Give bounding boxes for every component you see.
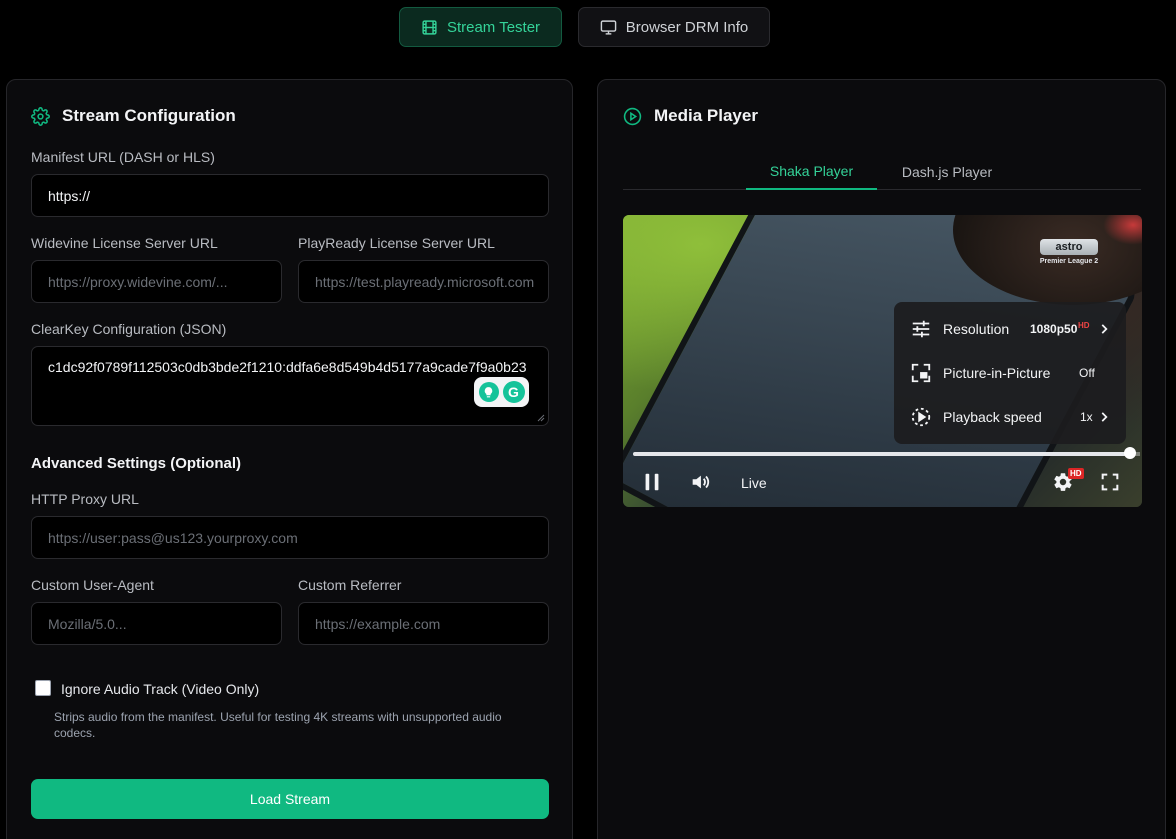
advanced-settings-title: Advanced Settings (Optional) (31, 455, 242, 472)
film-icon (422, 19, 437, 35)
stream-tester-tab[interactable]: Stream Tester (399, 7, 562, 47)
pause-icon[interactable] (641, 471, 663, 493)
monitor-icon (600, 19, 617, 35)
stream-config-panel: Stream Configuration Manifest URL (DASH … (6, 79, 573, 839)
fullscreen-icon[interactable] (1099, 471, 1121, 493)
referrer-input[interactable]: https://example.com (298, 602, 549, 645)
pip-menu-item[interactable]: Picture-in-Picture Off (894, 351, 1126, 395)
lightbulb-icon (478, 382, 499, 402)
settings-hd-badge: HD (1068, 468, 1084, 479)
widevine-label: Widevine License Server URL (31, 235, 218, 251)
user-agent-label: Custom User-Agent (31, 577, 154, 593)
ignore-audio-label: Ignore Audio Track (Video Only) (61, 681, 260, 697)
clearkey-value: c1dc92f0789f112503c0db3bde2f1210:ddfa6e8… (48, 359, 527, 375)
channel-subtitle: Premier League 2 (1039, 258, 1099, 265)
resolution-hd-badge: HD (1078, 321, 1090, 330)
play-circle-icon (623, 107, 642, 125)
media-player-title: Media Player (623, 106, 758, 126)
pip-value: Off (1079, 366, 1095, 380)
media-player-heading: Media Player (654, 106, 758, 125)
player-tabs: Shaka Player Dash.js Player (623, 154, 1141, 190)
widevine-url-input[interactable]: https://proxy.widevine.com/... (31, 260, 282, 303)
grammarly-logo-icon: G (502, 381, 525, 403)
playready-label: PlayReady License Server URL (298, 235, 495, 251)
channel-logo: astro (1040, 239, 1098, 255)
media-player-panel: Media Player Shaka Player Dash.js Player… (597, 79, 1166, 839)
gear-icon (31, 106, 50, 126)
ignore-audio-checkbox[interactable] (35, 680, 51, 696)
manifest-url-label: Manifest URL (DASH or HLS) (31, 149, 215, 165)
tab-dashjs-player[interactable]: Dash.js Player (885, 154, 1009, 190)
picture-in-picture-icon (911, 363, 931, 383)
proxy-url-input[interactable]: https://user:pass@us123.yourproxy.com (31, 516, 549, 559)
resize-handle-icon[interactable] (537, 414, 545, 422)
resolution-menu-item[interactable]: Resolution 1080p50 HD (894, 307, 1126, 351)
proxy-label: HTTP Proxy URL (31, 491, 139, 507)
sliders-icon (912, 320, 930, 338)
grammarly-widget[interactable]: G (474, 377, 529, 407)
stream-config-title: Stream Configuration (31, 106, 236, 126)
ignore-audio-help: Strips audio from the manifest. Useful f… (54, 710, 502, 740)
playready-url-input[interactable]: https://test.playready.microsoft.com (298, 260, 549, 303)
resolution-label: Resolution (943, 321, 1010, 337)
stream-tester-label: Stream Tester (446, 18, 541, 36)
playback-speed-icon (911, 407, 931, 427)
browser-drm-label: Browser DRM Info (625, 18, 749, 36)
live-indicator: Live (741, 475, 767, 491)
settings-menu: Resolution 1080p50 HD Picture-in-Picture… (894, 302, 1126, 444)
seek-thumb[interactable] (1124, 447, 1136, 459)
playback-speed-label: Playback speed (943, 409, 1042, 425)
user-agent-input[interactable]: Mozilla/5.0... (31, 602, 282, 645)
volume-icon[interactable] (689, 471, 711, 493)
stream-config-heading: Stream Configuration (62, 106, 236, 125)
clearkey-label: ClearKey Configuration (JSON) (31, 321, 227, 337)
playback-speed-value: 1x (1080, 410, 1093, 424)
load-stream-button[interactable]: Load Stream (31, 779, 549, 819)
top-nav: Stream Tester Browser DRM Info (0, 7, 1176, 47)
referrer-label: Custom Referrer (298, 577, 402, 593)
manifest-url-input[interactable]: https:// (31, 174, 549, 217)
tab-shaka-player[interactable]: Shaka Player (746, 154, 877, 190)
chevron-right-icon (1101, 412, 1108, 422)
clearkey-textarea[interactable]: c1dc92f0789f112503c0db3bde2f1210:ddfa6e8… (31, 346, 549, 426)
playback-speed-menu-item[interactable]: Playback speed 1x (894, 395, 1126, 439)
video-player[interactable]: astro Premier League 2 Resolution 1080p5… (623, 215, 1142, 507)
browser-drm-tab[interactable]: Browser DRM Info (578, 7, 770, 47)
chevron-right-icon (1101, 324, 1108, 334)
pip-label: Picture-in-Picture (943, 365, 1051, 381)
resolution-value: 1080p50 (1030, 322, 1078, 336)
seek-bar[interactable] (633, 452, 1130, 456)
channel-watermark: astro Premier League 2 (1038, 239, 1100, 265)
